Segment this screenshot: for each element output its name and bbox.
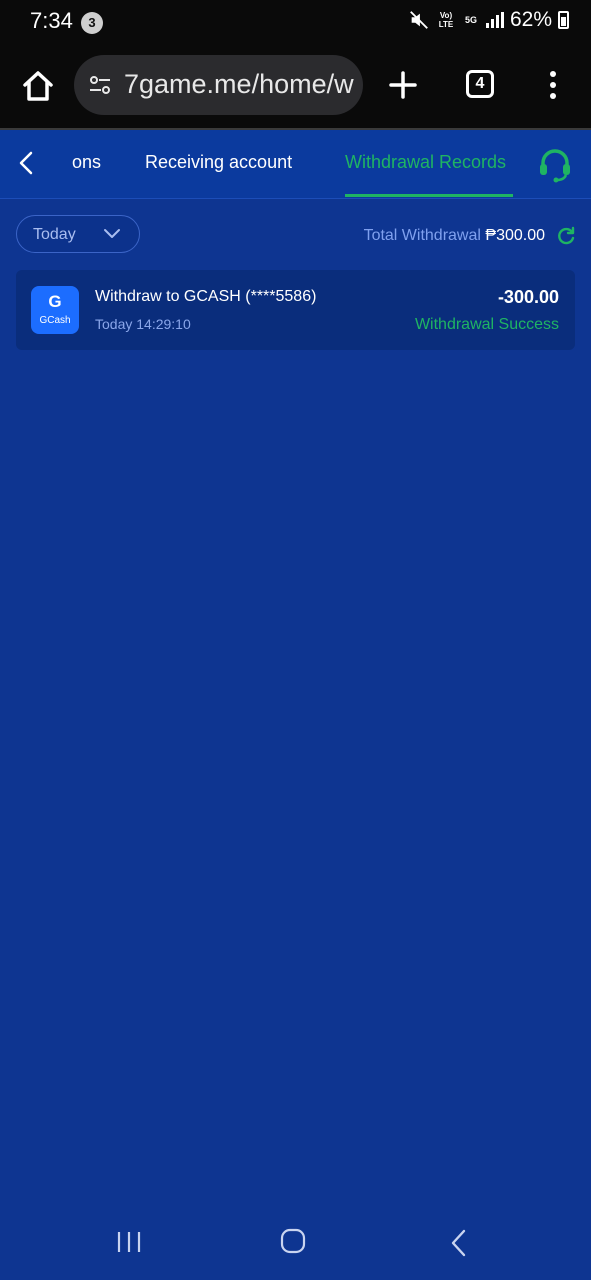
more-menu-icon[interactable]: [548, 70, 558, 100]
chevron-down-icon: [104, 229, 120, 238]
total-withdrawal-label: Total Withdrawal: [363, 227, 481, 244]
gcash-logo-glyph: G: [48, 292, 62, 311]
status-time: 7:34: [30, 8, 73, 33]
gcash-logo: G GCash: [31, 286, 79, 334]
nav-back-icon[interactable]: [449, 1229, 469, 1257]
period-select-value: Today: [33, 226, 76, 243]
app-header: ons Receiving account Withdrawal Records: [0, 130, 591, 199]
network-indicator: 5G: [464, 15, 477, 25]
url-text[interactable]: 7game.me/home/w: [124, 69, 354, 100]
recents-icon[interactable]: [115, 1230, 143, 1254]
tab-receiving-account[interactable]: Receiving account: [145, 152, 292, 173]
back-chevron-icon[interactable]: [14, 150, 40, 176]
record-time: Today 14:29:10: [95, 316, 191, 332]
new-tab-icon[interactable]: [388, 70, 418, 100]
nav-home-icon[interactable]: [280, 1228, 306, 1254]
browser-toolbar: 7game.me/home/w 4: [0, 46, 591, 130]
tab-switcher-button[interactable]: 4: [466, 70, 494, 98]
battery-percent: 62%: [509, 8, 552, 31]
mute-icon: [410, 11, 428, 29]
home-icon[interactable]: [20, 68, 56, 104]
headset-support-icon[interactable]: [536, 146, 574, 184]
battery-icon: [558, 11, 569, 29]
total-withdrawal: Total Withdrawal ₱300.00: [364, 227, 545, 245]
record-status: Withdrawal Success: [414, 316, 559, 333]
status-bar: 7:34 3 Vo) LTE 5G 62%: [0, 0, 591, 46]
notification-count-badge: 3: [81, 12, 103, 34]
tab-withdrawal-records[interactable]: Withdrawal Records: [345, 152, 506, 173]
signal-icon: [485, 12, 504, 28]
address-bar[interactable]: 7game.me/home/w: [74, 55, 363, 115]
active-tab-indicator: [345, 194, 513, 197]
volte-indicator: Vo) LTE: [438, 11, 454, 29]
record-title: Withdraw to GCASH (****5586): [95, 288, 317, 305]
record-amount: -300.00: [497, 287, 559, 307]
refresh-icon[interactable]: [556, 226, 576, 246]
gcash-logo-text: GCash: [39, 315, 71, 326]
tab-transactions[interactable]: ons: [72, 152, 102, 173]
system-nav-bar: [0, 1200, 591, 1280]
period-select[interactable]: Today: [16, 215, 140, 253]
status-right-group: Vo) LTE 5G 62%: [408, 8, 569, 32]
total-withdrawal-amount: ₱300.00: [485, 227, 545, 244]
site-settings-icon[interactable]: [88, 73, 112, 97]
withdrawal-record-card[interactable]: G GCash Withdraw to GCASH (****5586) Tod…: [16, 270, 575, 350]
